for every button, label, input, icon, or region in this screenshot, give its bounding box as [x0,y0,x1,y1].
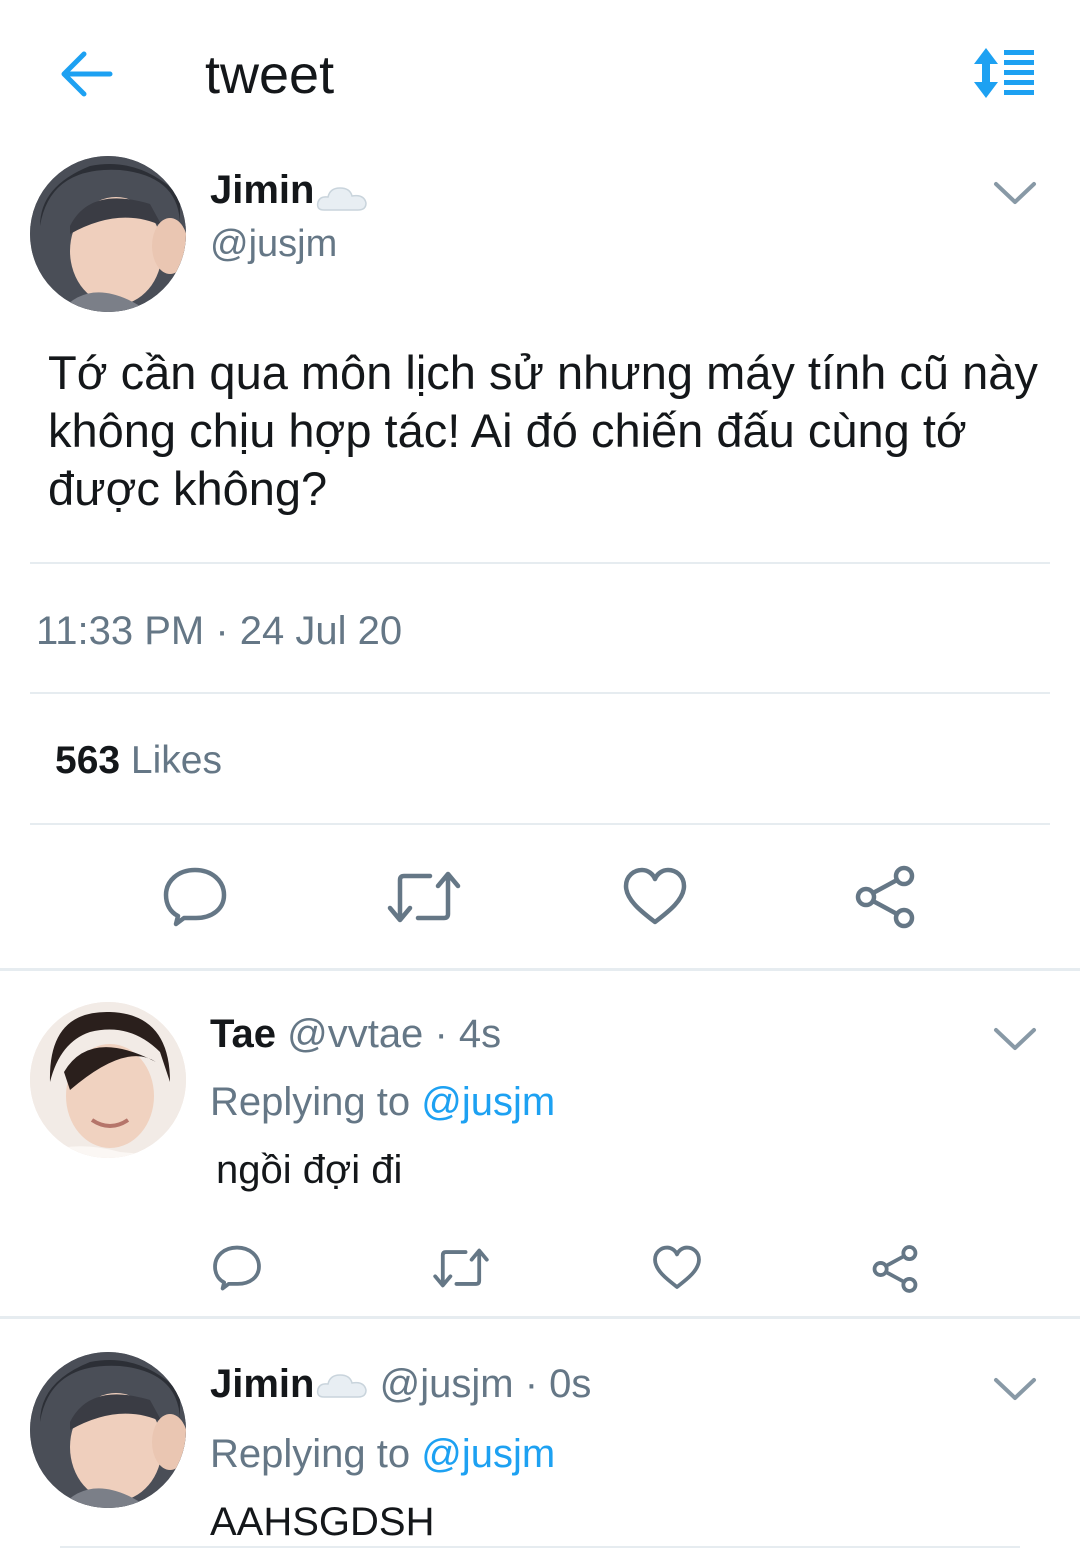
divider [30,562,1050,564]
reply-author-handle[interactable]: @jusjm [380,1362,514,1406]
avatar-photo-icon [30,1002,186,1158]
replying-to-link[interactable]: @jusjm [421,1080,555,1124]
like-heart-icon[interactable] [622,866,688,928]
reply-avatar[interactable] [30,1002,186,1158]
reply-time[interactable]: · 0s [525,1362,592,1406]
share-icon[interactable] [852,864,918,930]
likes-stat[interactable]: 563 Likes [55,736,222,786]
chevron-down-icon[interactable] [992,1372,1038,1404]
reply-icon[interactable] [162,866,228,928]
divider [30,823,1050,825]
reply-text: AAHSGDSH [210,1500,435,1544]
tweet-text: Tớ cần qua môn lịch sử nhưng máy tính cũ… [48,346,1038,515]
replying-to-label: Replying to [210,1080,411,1124]
avatar-photo-icon [30,156,186,312]
replying-to: Replying to @jusjm [210,1078,555,1126]
reply-time[interactable]: · 4s [434,1012,501,1056]
reply-text: ngồi đợi đi [216,1148,403,1192]
reply-author-name[interactable]: Tae [210,1012,276,1056]
divider [30,692,1050,694]
likes-label: Likes [130,739,222,782]
reply-avatar[interactable] [30,1352,186,1508]
retweet-icon[interactable] [432,1246,490,1290]
avatar-photo-icon [30,1352,186,1508]
author-name[interactable]: Jimin [210,168,314,212]
replying-to-label: Replying to [210,1432,411,1476]
replying-to-link[interactable]: @jusjm [421,1432,555,1476]
section-divider [0,968,1080,971]
tweet-timestamp[interactable]: 11:33 PM · 24 Jul 20 [36,606,402,656]
reply-icon[interactable] [212,1244,262,1292]
sort-lines-icon[interactable] [968,46,1036,100]
like-heart-icon[interactable] [652,1244,702,1292]
share-icon[interactable] [870,1244,920,1294]
divider [60,1546,1020,1548]
retweet-icon[interactable] [386,868,462,926]
reply-author-name[interactable]: Jimin [210,1362,314,1406]
page-title: tweet [205,45,335,105]
likes-count: 563 [55,739,121,782]
reply-author-row: Tae @vvtae · 4s [210,1010,501,1058]
author-handle[interactable]: @jusjm [210,220,337,268]
author-row: Jimin [210,166,368,214]
cloud-icon [317,187,368,211]
reply-author-handle[interactable]: @vvtae [287,1012,423,1056]
reply-author-row: Jimin @jusjm · 0s [210,1360,591,1408]
replying-to: Replying to @jusjm [210,1430,555,1478]
section-divider [0,1316,1080,1319]
avatar[interactable] [30,156,186,312]
back-arrow-icon[interactable] [58,48,114,100]
chevron-down-icon[interactable] [992,176,1038,208]
chevron-down-icon[interactable] [992,1022,1038,1054]
cloud-icon [317,1374,368,1399]
